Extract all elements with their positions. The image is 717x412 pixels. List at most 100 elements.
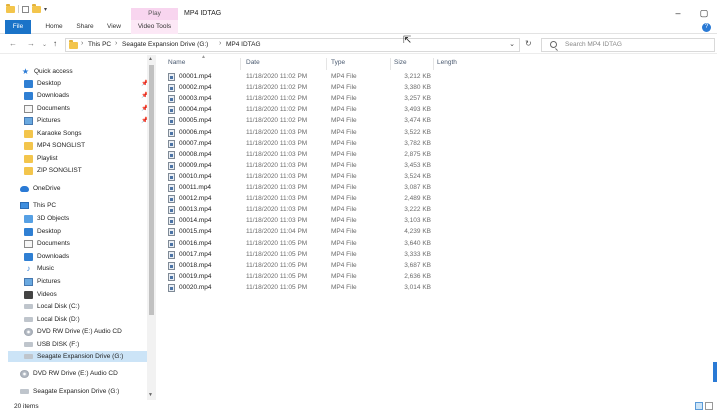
file-row[interactable]: 00010.mp4 11/18/2020 11:03 PM MP4 File 3,52… (166, 172, 436, 183)
nav-scrollbar[interactable]: ▲ ▼ (147, 55, 156, 400)
file-row[interactable]: 00006.mp4 11/18/2020 11:03 PM MP4 File 3,52… (166, 128, 436, 139)
file-row[interactable]: 00020.mp4 11/18/2020 11:05 PM MP4 File 3,01… (166, 283, 436, 294)
file-row[interactable]: 00011.mp4 11/18/2020 11:03 PM MP4 File 3,08… (166, 183, 436, 194)
file-row[interactable]: 00015.mp4 11/18/2020 11:04 PM MP4 File 4,23… (166, 227, 436, 238)
nav-pc-documents[interactable]: Documents (24, 238, 70, 249)
column-divider[interactable] (240, 58, 241, 70)
context-tab-play[interactable]: Play (131, 8, 178, 20)
column-divider[interactable] (326, 58, 327, 70)
maximize-button[interactable]: ▢ (691, 8, 717, 19)
scrollbar-thumb[interactable] (149, 65, 154, 315)
file-row[interactable]: 00005.mp4 11/18/2020 11:02 PM MP4 File 3,47… (166, 116, 436, 127)
breadcrumb-seagate-drive[interactable]: Seagate Expansion Drive (G:) (122, 41, 208, 48)
customize-toolbar-icon[interactable]: ▾ (44, 6, 47, 13)
nav-usb-disk-f[interactable]: USB DISK (F:) (24, 339, 79, 350)
column-header-name[interactable]: Name (168, 59, 185, 66)
breadcrumb-this-pc[interactable]: This PC (88, 41, 111, 48)
column-divider[interactable] (390, 58, 391, 70)
nav-documents[interactable]: Documents (24, 103, 70, 114)
column-header-date[interactable]: Date (246, 59, 260, 66)
nav-zip-songlist[interactable]: ZIP SONGLIST (24, 165, 82, 176)
column-header-type[interactable]: Type (331, 59, 345, 66)
file-row[interactable]: 00009.mp4 11/18/2020 11:03 PM MP4 File 3,45… (166, 161, 436, 172)
tab-video-tools[interactable]: Video Tools (131, 20, 178, 34)
file-type: MP4 File (331, 128, 357, 136)
nav-quick-access[interactable]: ★ Quick access (21, 66, 73, 77)
up-button[interactable]: ↑ (53, 39, 57, 48)
nav-music[interactable]: ♪ Music (24, 263, 54, 274)
file-date: 11/18/2020 11:05 PM (246, 283, 308, 291)
file-row[interactable]: 00014.mp4 11/18/2020 11:03 PM MP4 File 3,10… (166, 216, 436, 227)
nav-onedrive[interactable]: OneDrive (20, 183, 60, 194)
column-divider[interactable] (433, 58, 434, 70)
file-type: MP4 File (331, 217, 357, 225)
nav-downloads[interactable]: Downloads (24, 90, 69, 101)
file-row[interactable]: 00003.mp4 11/18/2020 11:02 PM MP4 File 3,25… (166, 94, 436, 105)
nav-label: ZIP SONGLIST (37, 167, 82, 174)
nav-local-disk-c[interactable]: Local Disk (C:) (24, 301, 80, 312)
nav-dvd-drive-e-root[interactable]: DVD RW Drive (E:) Audio CD (20, 368, 118, 379)
file-row[interactable]: 00017.mp4 11/18/2020 11:05 PM MP4 File 3,33… (166, 250, 436, 261)
tab-home[interactable]: Home (40, 20, 68, 34)
address-input[interactable]: › This PC › Seagate Expansion Drive (G:)… (65, 38, 520, 52)
file-size: 3,222 KB (404, 206, 431, 214)
file-row[interactable]: 00013.mp4 11/18/2020 11:03 PM MP4 File 3,22… (166, 205, 436, 216)
file-row[interactable]: 00016.mp4 11/18/2020 11:05 PM MP4 File 3,64… (166, 239, 436, 250)
file-name: 00018.mp4 (179, 261, 212, 269)
column-header-size[interactable]: Size (394, 59, 407, 66)
nav-desktop[interactable]: Desktop (24, 78, 61, 89)
nav-seagate-drive-g-root[interactable]: Seagate Expansion Drive (G:) (20, 386, 119, 397)
edge-overlay (713, 362, 717, 382)
nav-pictures[interactable]: Pictures (24, 115, 60, 126)
refresh-button[interactable]: ↻ (525, 39, 532, 48)
minimize-button[interactable]: – (665, 8, 691, 19)
video-file-icon (168, 272, 175, 281)
tab-share[interactable]: Share (72, 20, 98, 34)
properties-icon[interactable] (22, 5, 29, 13)
file-type: MP4 File (331, 250, 357, 258)
file-row[interactable]: 00018.mp4 11/18/2020 11:05 PM MP4 File 3,68… (166, 261, 436, 272)
nav-videos[interactable]: Videos (24, 289, 57, 300)
help-icon[interactable]: ? (702, 23, 711, 32)
nav-3d-objects[interactable]: 3D Objects (24, 213, 69, 224)
new-folder-icon[interactable] (32, 3, 41, 13)
details-view-button[interactable] (695, 402, 703, 410)
nav-dvd-drive-e[interactable]: DVD RW Drive (E:) Audio CD (24, 326, 122, 337)
nav-playlist[interactable]: Playlist (24, 153, 58, 164)
desktop-icon (24, 79, 33, 88)
file-row[interactable]: 00008.mp4 11/18/2020 11:03 PM MP4 File 2,87… (166, 150, 436, 161)
nav-karaoke-songs[interactable]: Karaoke Songs (24, 128, 81, 139)
nav-mp4-songlist[interactable]: MP4 SONGLIST (24, 140, 85, 151)
nav-label: Pictures (37, 117, 61, 124)
downloads-icon (24, 91, 33, 100)
file-row[interactable]: 00002.mp4 11/18/2020 11:02 PM MP4 File 3,38… (166, 83, 436, 94)
tab-file[interactable]: File (5, 20, 31, 34)
file-row[interactable]: 00001.mp4 11/18/2020 11:02 PM MP4 File 3,21… (166, 72, 436, 83)
breadcrumb-mp4-idtag[interactable]: MP4 IDTAG (226, 41, 261, 48)
forward-button[interactable]: → (27, 39, 35, 48)
large-icons-view-button[interactable] (705, 402, 713, 410)
column-header-length[interactable]: Length (437, 59, 457, 66)
file-row[interactable]: 00012.mp4 11/18/2020 11:03 PM MP4 File 2,48… (166, 194, 436, 205)
search-input[interactable]: Search MP4 IDTAG (541, 38, 715, 52)
file-row[interactable]: 00004.mp4 11/18/2020 11:02 PM MP4 File 3,49… (166, 105, 436, 116)
scroll-down-icon[interactable]: ▼ (148, 392, 153, 398)
file-row[interactable]: 00007.mp4 11/18/2020 11:03 PM MP4 File 3,78… (166, 139, 436, 150)
nav-pc-pictures[interactable]: Pictures (24, 276, 60, 287)
nav-local-disk-d[interactable]: Local Disk (D:) (24, 314, 80, 325)
address-dropdown-icon[interactable]: ⌄ (509, 40, 515, 48)
item-count: 20 items (14, 403, 39, 410)
scroll-up-icon[interactable]: ▲ (148, 56, 153, 62)
recent-locations-button[interactable]: ⌄ (42, 41, 47, 48)
nav-pc-desktop[interactable]: Desktop (24, 226, 61, 237)
back-button[interactable]: ← (9, 39, 17, 48)
nav-pc-downloads[interactable]: Downloads (24, 251, 69, 262)
file-type: MP4 File (331, 150, 357, 158)
nav-seagate-drive-g[interactable]: Seagate Expansion Drive (G:) (8, 351, 147, 362)
tab-view[interactable]: View (102, 20, 126, 34)
nav-this-pc[interactable]: This PC (20, 200, 56, 211)
file-row[interactable]: 00019.mp4 11/18/2020 11:05 PM MP4 File 2,63… (166, 272, 436, 283)
file-list: Name ▲ Date Type Size Length 00001.mp4 11… (160, 54, 717, 400)
disk-icon (24, 342, 33, 347)
file-type: MP4 File (331, 95, 357, 103)
